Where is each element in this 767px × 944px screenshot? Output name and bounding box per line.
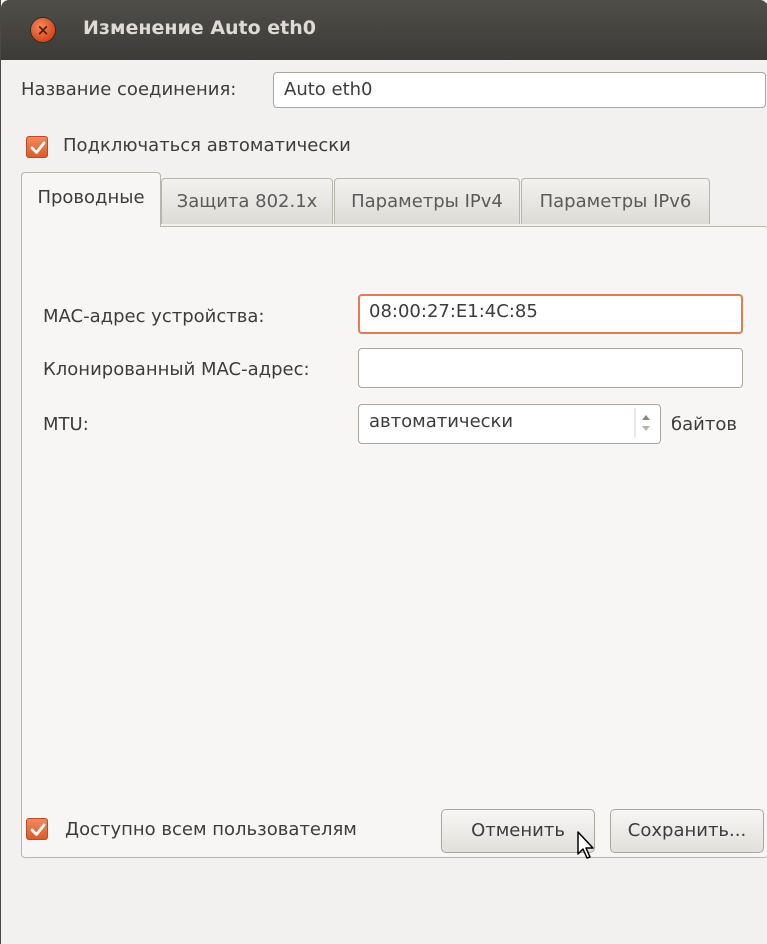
auto-connect-label: Подключаться автоматически — [63, 135, 351, 156]
window-title: Изменение Auto eth0 — [83, 17, 317, 39]
tab-ipv4-settings[interactable]: Параметры IPv4 — [334, 178, 520, 224]
cancel-button[interactable]: Отменить — [441, 809, 595, 853]
tab-8021x-security[interactable]: Защита 802.1x — [161, 178, 333, 224]
mouse-pointer-icon — [577, 831, 594, 859]
close-icon[interactable]: × — [31, 18, 55, 42]
mac-address-input[interactable]: 08:00:27:E1:4C:85 — [358, 294, 743, 334]
checkmark-icon — [30, 141, 46, 154]
save-button[interactable]: Сохранить... — [610, 809, 764, 853]
connection-name-label: Название соединения: — [21, 79, 237, 100]
spin-arrows-icon[interactable] — [633, 404, 659, 442]
mtu-unit-label: байтов — [671, 414, 737, 435]
edit-connection-dialog: × Изменение Auto eth0 Название соединени… — [0, 0, 767, 944]
all-users-label: Доступно всем пользователям — [65, 819, 357, 840]
mac-address-label: MAC-адрес устройства: — [43, 306, 265, 327]
tab-ipv6-settings[interactable]: Параметры IPv6 — [521, 178, 710, 224]
mtu-spin-input[interactable]: автоматически — [358, 404, 661, 444]
cloned-mac-input[interactable] — [358, 348, 743, 388]
mtu-label: MTU: — [43, 414, 89, 435]
tab-wired[interactable]: Проводные — [21, 172, 161, 227]
connection-name-input[interactable]: Auto eth0 — [273, 72, 766, 108]
title-bar[interactable]: × Изменение Auto eth0 — [1, 0, 767, 60]
auto-connect-checkbox[interactable] — [26, 136, 48, 158]
cloned-mac-label: Клонированный MAC-адрес: — [43, 359, 310, 380]
all-users-checkbox[interactable] — [26, 818, 48, 840]
checkmark-icon — [30, 823, 46, 836]
